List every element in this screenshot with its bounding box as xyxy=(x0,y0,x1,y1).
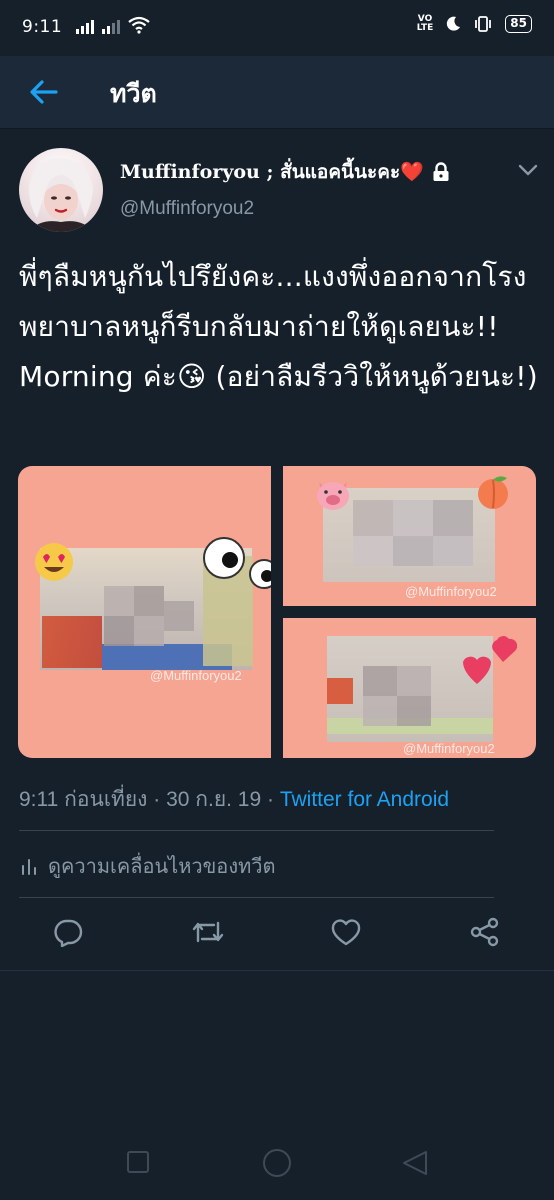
retweet-icon xyxy=(192,921,224,943)
status-time: 9:11 xyxy=(22,17,63,37)
retweet-button[interactable] xyxy=(188,910,228,954)
like-button[interactable] xyxy=(326,910,366,954)
googly-eyes-sticker xyxy=(203,537,271,589)
top-app-bar: ทวีต xyxy=(0,56,554,129)
watermark: @Muffinforyou2 xyxy=(405,584,497,599)
share-button[interactable] xyxy=(465,910,505,954)
media-photo-2[interactable]: @Muffinforyou2 xyxy=(283,466,536,606)
wifi-icon xyxy=(128,16,150,34)
pig-sticker xyxy=(317,482,349,510)
vibrate-icon xyxy=(475,16,492,32)
volte-label: VO LTE xyxy=(416,14,434,33)
reply-icon xyxy=(54,919,83,947)
media-photo-3[interactable]: @Muffinforyou2 xyxy=(283,618,536,758)
media-grid: @Muffinforyou2 @Muffinforyou2 @Muffinfor… xyxy=(18,466,536,758)
tweet-activity-link[interactable]: ดูความเคลื่อนไหวของทวีต xyxy=(20,850,276,882)
status-bar: 9:11 VO LTE 85 xyxy=(0,0,554,56)
tweet-activity-label: ดูความเคลื่อนไหวของทวีต xyxy=(48,854,276,878)
peach-sticker xyxy=(478,476,508,509)
home-icon[interactable] xyxy=(262,1148,292,1178)
chevron-down-icon[interactable] xyxy=(516,162,540,178)
system-navigation-bar xyxy=(0,1124,554,1200)
media-photo-1[interactable]: @Muffinforyou2 xyxy=(18,466,271,758)
tweet-timestamp-row: 9:11 ก่อนเที่ยง · 30 ก.ย. 19 · Twitter f… xyxy=(19,783,449,816)
battery-indicator: 85 xyxy=(505,15,532,33)
page-title: ทวีต xyxy=(110,80,157,108)
signal-2-icon xyxy=(102,18,120,34)
reply-button[interactable] xyxy=(48,910,88,954)
tweet-text: พี่ๆลืมหนูกันไปรึยังคะ...แงงพึ่งออกจากโร… xyxy=(19,260,538,393)
signal-icon xyxy=(76,18,94,34)
moon-icon xyxy=(447,16,461,31)
heart-sticker xyxy=(463,636,517,684)
tweet-timestamp: 9:11 ก่อนเที่ยง · 30 ก.ย. 19 · xyxy=(19,788,280,811)
author-handle[interactable]: @Muffinforyou2 xyxy=(120,198,254,220)
lock-icon xyxy=(433,162,449,181)
watermark: @Muffinforyou2 xyxy=(403,741,495,756)
tweet-source-link[interactable]: Twitter for Android xyxy=(280,788,449,811)
author-name-row: Muffinforyou ; สั่นแอคนี้นะคะ❤️ xyxy=(120,157,450,187)
divider xyxy=(0,970,554,971)
status-right: VO LTE 85 xyxy=(417,15,532,33)
bar-chart-icon xyxy=(22,859,36,875)
back-nav-icon[interactable] xyxy=(402,1150,428,1176)
avatar[interactable] xyxy=(19,148,103,232)
signal-icons xyxy=(76,16,150,34)
watermark: @Muffinforyou2 xyxy=(150,668,242,683)
author-display-name[interactable]: Muffinforyou ; สั่นแอคนี้นะคะ❤️ xyxy=(120,157,424,187)
heart-icon xyxy=(331,919,361,946)
divider xyxy=(19,830,494,831)
heart-eyes-emoji xyxy=(35,543,73,581)
arrow-left-icon[interactable] xyxy=(26,74,62,110)
recent-apps-icon[interactable] xyxy=(126,1150,150,1174)
tweet-actions xyxy=(0,910,554,960)
divider xyxy=(19,897,494,898)
share-icon xyxy=(470,917,499,947)
